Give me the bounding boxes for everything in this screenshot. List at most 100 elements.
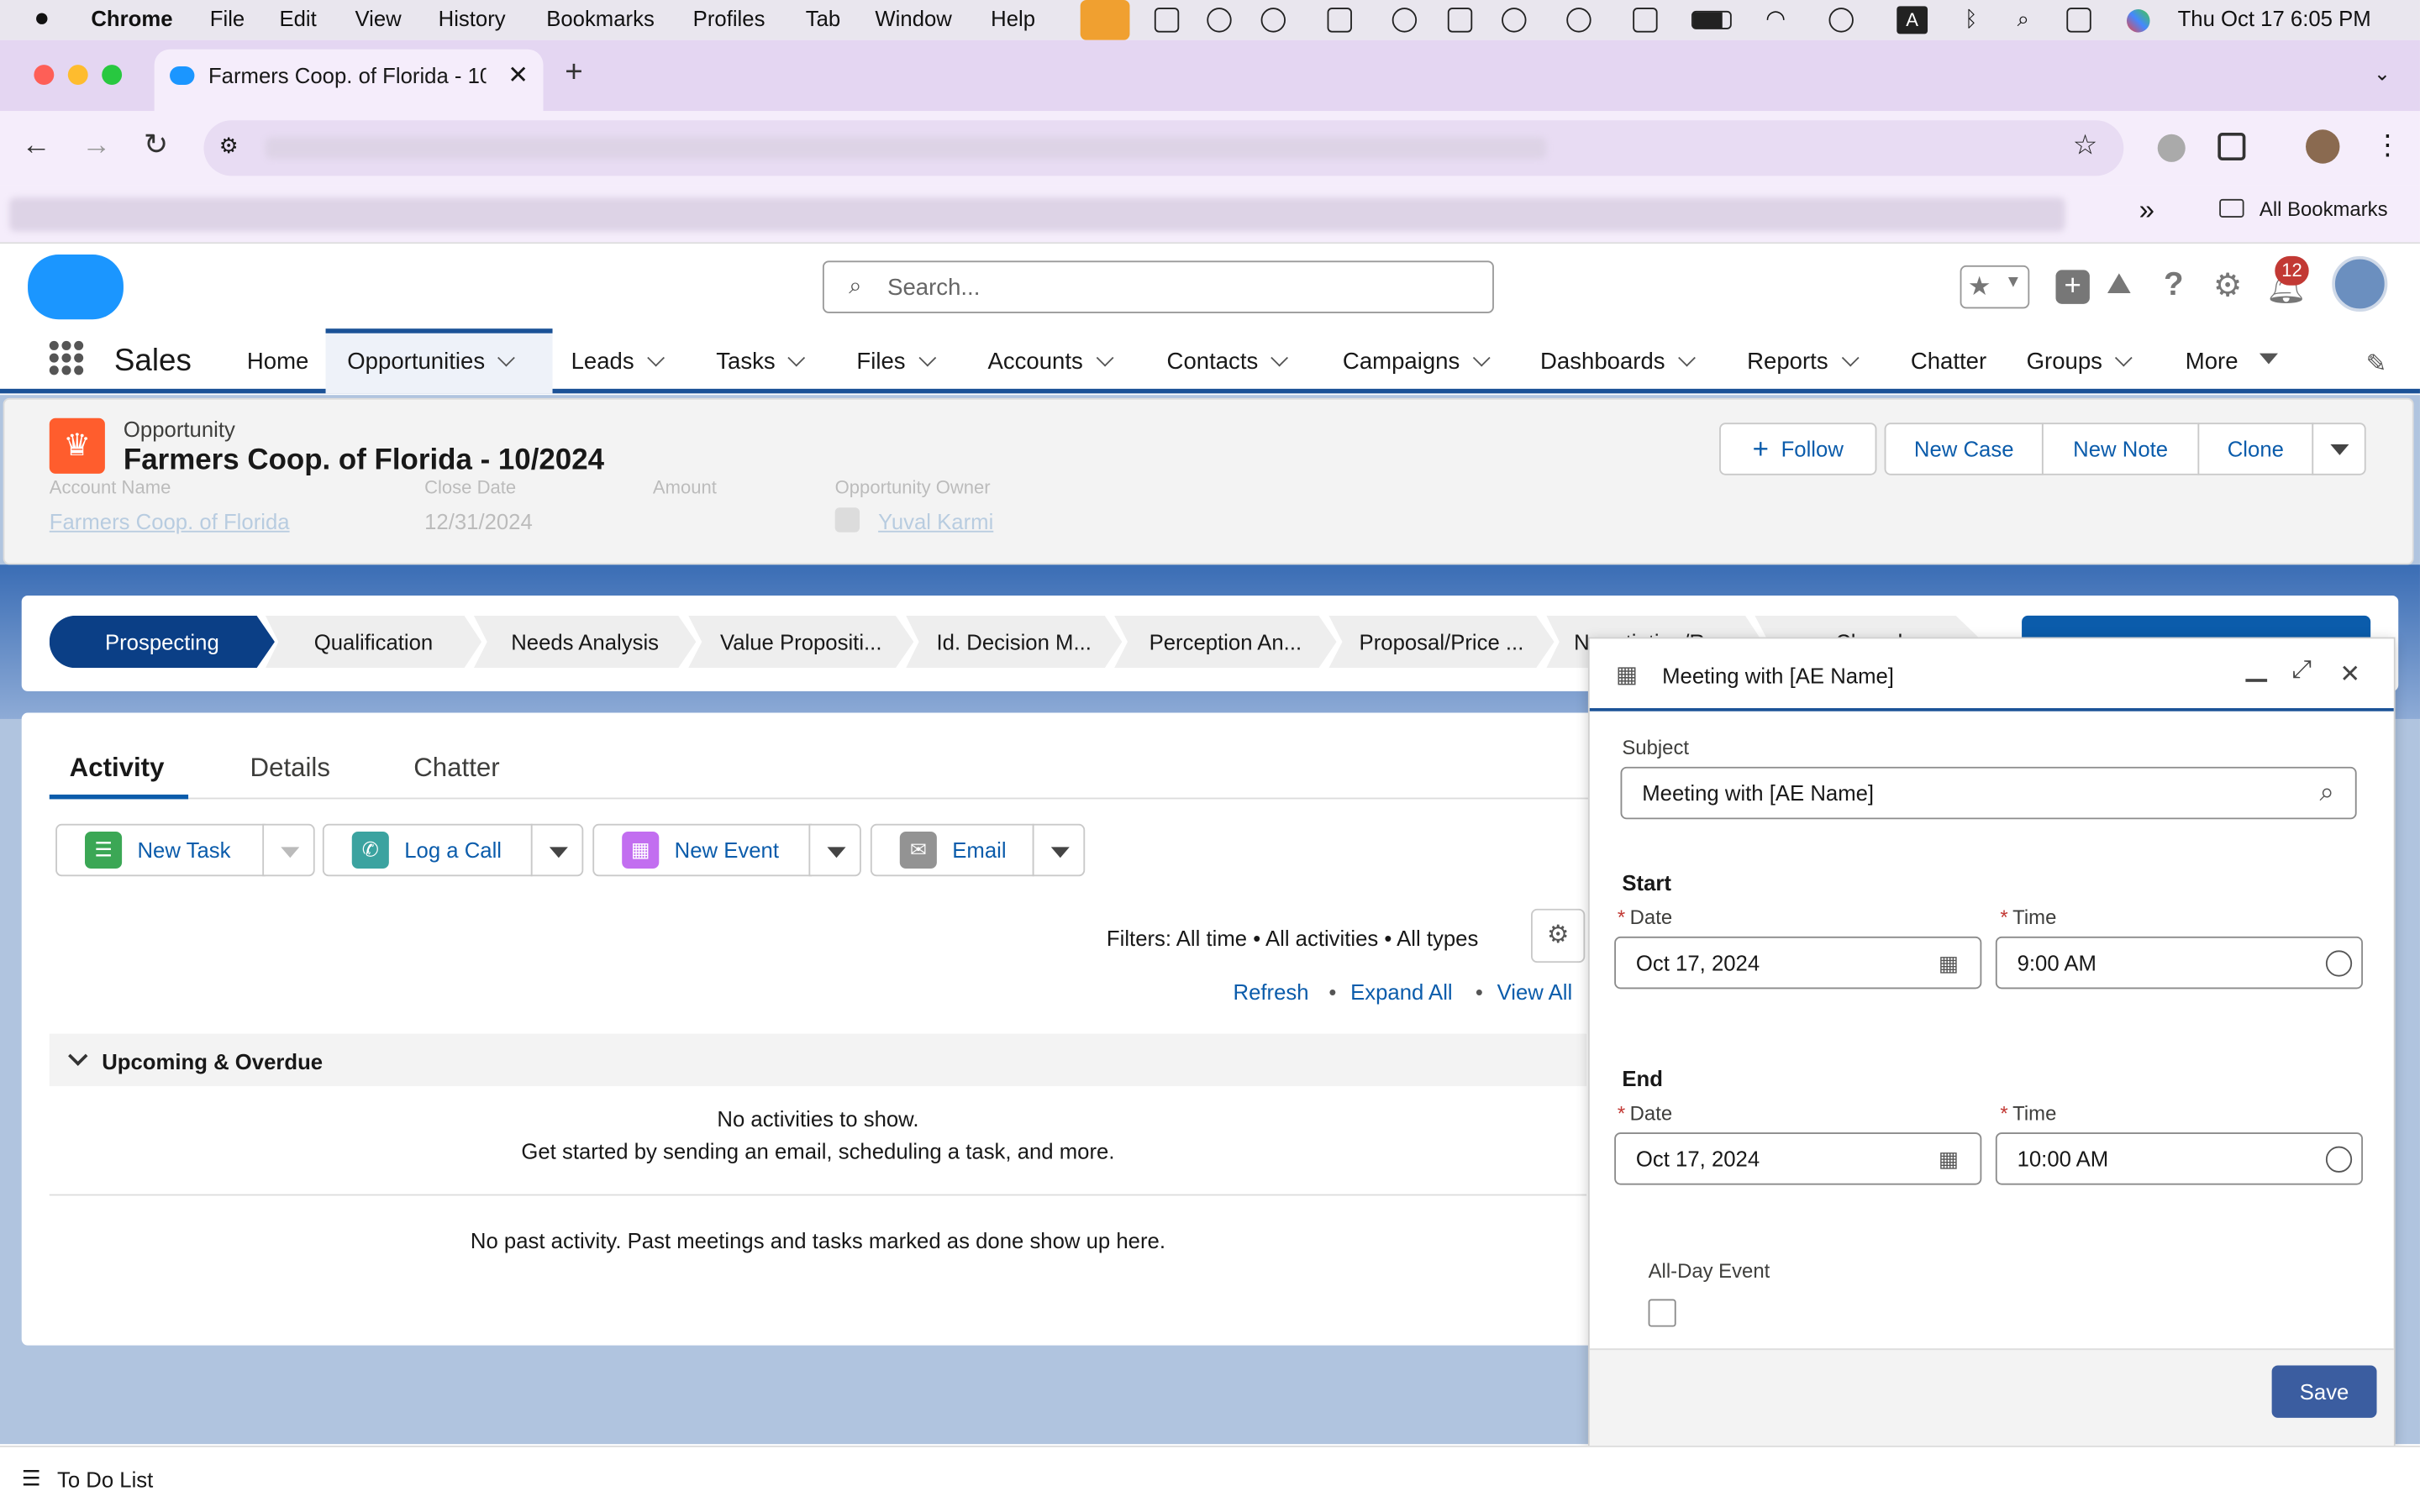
setup-gear-icon[interactable]: ⚙ bbox=[2213, 267, 2243, 306]
new-task-button[interactable]: ☰ New Task bbox=[55, 823, 266, 877]
nav-contacts[interactable]: Contacts bbox=[1167, 349, 1289, 375]
menubar-datetime[interactable]: Thu Oct 17 6:05 PM bbox=[2178, 6, 2371, 30]
close-icon[interactable]: ✕ bbox=[2339, 659, 2360, 690]
display-icon[interactable] bbox=[1633, 8, 1658, 33]
global-search-input[interactable]: ⌕ Search... bbox=[822, 260, 1494, 313]
clock-icon[interactable] bbox=[2325, 950, 2353, 977]
nav-opportunities[interactable]: Opportunities bbox=[347, 349, 516, 375]
clock-icon[interactable] bbox=[2325, 1146, 2353, 1173]
clone-button[interactable]: Clone bbox=[2197, 423, 2314, 475]
nav-more[interactable]: More bbox=[2186, 349, 2279, 375]
more-actions-dropdown[interactable] bbox=[2312, 423, 2366, 475]
owner-link[interactable]: Yuval Karmi bbox=[878, 509, 993, 533]
path-stage-qualification[interactable]: Qualification bbox=[265, 615, 482, 669]
close-tab-icon[interactable]: ✕ bbox=[508, 60, 529, 92]
all-day-event-checkbox[interactable] bbox=[1648, 1299, 1676, 1327]
nav-campaigns[interactable]: Campaigns bbox=[1343, 349, 1491, 375]
chrome-menu-icon[interactable]: ⋮ bbox=[2374, 129, 2402, 162]
chevron-down-icon[interactable] bbox=[1472, 349, 1491, 367]
tab-search-chevron-icon[interactable]: ⌄ bbox=[2374, 61, 2391, 86]
siri-icon[interactable] bbox=[2126, 9, 2150, 33]
nav-tasks[interactable]: Tasks bbox=[716, 349, 806, 375]
calendar-icon[interactable]: ▦ bbox=[1939, 950, 1959, 976]
timer-icon[interactable] bbox=[1828, 8, 1854, 33]
bookmark-star-icon[interactable]: ☆ bbox=[2073, 129, 2098, 162]
email-dropdown[interactable] bbox=[1032, 823, 1086, 877]
apple-icon[interactable]: ● bbox=[34, 3, 50, 34]
menu-edit[interactable]: Edit bbox=[279, 6, 316, 30]
app-launcher-icon[interactable] bbox=[49, 340, 84, 375]
new-task-dropdown[interactable] bbox=[262, 823, 315, 877]
forward-icon[interactable]: → bbox=[82, 129, 111, 163]
chevron-down-icon[interactable] bbox=[918, 349, 936, 367]
menu-help[interactable]: Help bbox=[991, 6, 1035, 30]
chevron-down-icon[interactable] bbox=[646, 349, 665, 367]
chevron-down-icon[interactable] bbox=[1270, 349, 1289, 367]
minimize-icon[interactable] bbox=[2245, 679, 2268, 682]
new-event-dropdown[interactable] bbox=[808, 823, 861, 877]
edit-nav-pencil-icon[interactable]: ✎ bbox=[2366, 349, 2387, 380]
chevron-down-icon[interactable] bbox=[787, 349, 806, 367]
menu-tab[interactable]: Tab bbox=[806, 6, 840, 30]
nav-reports[interactable]: Reports bbox=[1747, 349, 1859, 375]
reload-icon[interactable]: ↻ bbox=[144, 128, 168, 163]
path-stage-needs-analysis[interactable]: Needs Analysis bbox=[473, 615, 697, 669]
path-stage-prospecting[interactable]: Prospecting bbox=[49, 615, 275, 669]
control-center-icon[interactable] bbox=[2066, 8, 2091, 33]
activity-monitor-icon[interactable] bbox=[1392, 8, 1418, 33]
onepassword-icon[interactable] bbox=[1207, 8, 1232, 33]
nav-dashboards[interactable]: Dashboards bbox=[1540, 349, 1696, 375]
refresh-link[interactable]: Refresh bbox=[1234, 979, 1309, 1004]
chevron-down-icon[interactable] bbox=[497, 349, 516, 367]
email-button[interactable]: ✉ Email bbox=[870, 823, 1034, 877]
calendar-icon[interactable]: ▦ bbox=[1939, 1147, 1959, 1173]
chevron-down-icon[interactable] bbox=[1840, 349, 1859, 367]
new-event-button[interactable]: ▦ New Event bbox=[592, 823, 813, 877]
new-note-button[interactable]: New Note bbox=[2041, 423, 2200, 475]
grammarly-icon[interactable] bbox=[1154, 8, 1180, 33]
browser-tab-active[interactable]: Farmers Coop. of Florida - 10/ ✕ bbox=[154, 49, 544, 112]
nav-chatter[interactable]: Chatter bbox=[1911, 349, 1986, 375]
chevron-down-icon[interactable] bbox=[1677, 349, 1696, 367]
extensions-puzzle-icon[interactable] bbox=[2217, 132, 2246, 161]
chevron-down-icon[interactable] bbox=[2115, 349, 2133, 367]
help-icon[interactable]: ? bbox=[2164, 267, 2184, 304]
cloud-status-icon[interactable] bbox=[1327, 8, 1352, 33]
subject-input[interactable]: Meeting with [AE Name] ⌕ bbox=[1620, 766, 2357, 820]
bluetooth-icon[interactable]: ᛒ bbox=[1965, 6, 1977, 30]
menu-view[interactable]: View bbox=[355, 6, 401, 30]
tab-chatter[interactable]: Chatter bbox=[413, 753, 499, 784]
maximize-window-icon[interactable] bbox=[102, 65, 123, 86]
microphone-icon[interactable] bbox=[1080, 0, 1130, 40]
salesforce-logo[interactable] bbox=[28, 255, 124, 320]
expand-icon[interactable]: ⤢ bbox=[2291, 657, 2312, 685]
tab-activity[interactable]: Activity bbox=[70, 753, 165, 784]
filter-settings-gear-icon[interactable]: ⚙ bbox=[1531, 908, 1586, 963]
tab-details[interactable]: Details bbox=[250, 753, 330, 784]
nav-accounts[interactable]: Accounts bbox=[987, 349, 1113, 375]
input-source-icon[interactable]: A bbox=[1897, 6, 1928, 34]
path-stage-id-decision-makers[interactable]: Id. Decision M... bbox=[906, 615, 1123, 669]
all-bookmarks-button[interactable]: All Bookmarks bbox=[2260, 197, 2388, 221]
play-icon[interactable] bbox=[1502, 8, 1527, 33]
start-date-input[interactable]: Oct 17, 2024 ▦ bbox=[1614, 936, 1982, 990]
account-name-link[interactable]: Farmers Coop. of Florida bbox=[50, 509, 290, 533]
global-create-icon[interactable]: + bbox=[2055, 270, 2090, 304]
battery-icon[interactable] bbox=[1691, 10, 1732, 29]
save-button[interactable]: Save bbox=[2271, 1365, 2377, 1418]
site-info-icon[interactable]: ⚙ bbox=[219, 133, 239, 159]
clock-app-icon[interactable] bbox=[1566, 8, 1591, 33]
menu-app-name[interactable]: Chrome bbox=[91, 6, 172, 30]
end-date-input[interactable]: Oct 17, 2024 ▦ bbox=[1614, 1132, 1982, 1185]
expand-all-link[interactable]: Expand All bbox=[1350, 979, 1453, 1004]
back-icon[interactable]: ← bbox=[22, 129, 51, 163]
minimize-window-icon[interactable] bbox=[67, 65, 88, 86]
user-avatar[interactable] bbox=[2332, 255, 2388, 312]
start-time-input[interactable]: 9:00 AM bbox=[1995, 936, 2363, 990]
menu-bookmarks[interactable]: Bookmarks bbox=[546, 6, 655, 30]
chatgpt-icon[interactable] bbox=[1260, 8, 1286, 33]
path-stage-proposal-price-quote[interactable]: Proposal/Price ... bbox=[1328, 615, 1555, 669]
menu-window[interactable]: Window bbox=[875, 6, 951, 30]
nav-groups[interactable]: Groups bbox=[2027, 349, 2133, 375]
new-tab-button[interactable]: + bbox=[565, 55, 582, 91]
